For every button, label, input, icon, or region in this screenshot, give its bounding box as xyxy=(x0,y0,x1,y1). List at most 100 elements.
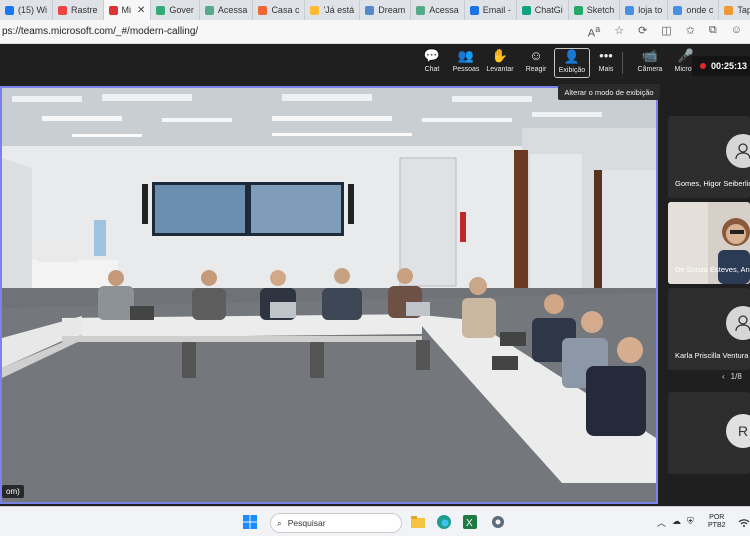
security-icon[interactable]: ⛨ xyxy=(687,516,694,529)
favorites-icon[interactable]: ✩ xyxy=(686,24,695,40)
tab-favicon-icon xyxy=(58,5,67,15)
people-button[interactable]: 👥 Pessoas xyxy=(448,48,484,73)
tab-label: loja to xyxy=(638,5,663,15)
browser-tab[interactable]: Mi ✕ xyxy=(103,0,152,20)
view-button[interactable]: 👤 Exibição xyxy=(554,48,590,78)
tab-label: 'Já está xyxy=(323,5,355,15)
participant-tile[interactable]: De Souza Esteves, Ana xyxy=(668,202,750,284)
tab-label: (15) Wi xyxy=(18,5,47,15)
browser-tab[interactable]: loja to xyxy=(620,0,669,20)
svg-text:X: X xyxy=(466,518,473,529)
file-explorer-icon[interactable] xyxy=(410,514,426,530)
browser-tab[interactable]: Tapete xyxy=(719,0,750,20)
settings-gear-icon[interactable] xyxy=(490,514,506,530)
tab-favicon-icon xyxy=(5,5,14,15)
camera-button[interactable]: 📹 Câmera xyxy=(632,48,668,73)
tab-favicon-icon xyxy=(416,5,426,15)
tab-favicon-icon xyxy=(673,5,683,15)
main-video-feed[interactable]: om) xyxy=(0,86,658,504)
wifi-icon[interactable] xyxy=(738,514,750,530)
chevron-up-icon[interactable]: ︿ xyxy=(657,516,666,529)
tab-favicon-icon xyxy=(521,5,531,15)
tab-favicon-icon xyxy=(204,5,214,15)
profile-icon[interactable]: ☺ xyxy=(731,24,742,40)
browser-tab[interactable]: ChatGi xyxy=(517,0,569,20)
more-button[interactable]: ••• Mais xyxy=(588,48,624,73)
tab-label: Sketch xyxy=(586,5,615,15)
hand-icon: ✋ xyxy=(491,48,509,63)
ellipsis-icon: ••• xyxy=(599,48,613,63)
refresh-icon[interactable]: ⟳ xyxy=(638,24,647,40)
participant-pager: ‹ 1/8 xyxy=(722,372,742,381)
tab-favicon-icon xyxy=(573,5,583,15)
person-avatar-icon xyxy=(726,134,750,168)
meeting-toolbar: 💬 Chat 👥 Pessoas ✋ Levantar ☺ Reagir 👤 E… xyxy=(0,44,750,82)
view-mode-tooltip: Alterar o modo de exibição xyxy=(558,84,660,100)
collections-icon[interactable]: ⧉ xyxy=(709,24,717,40)
tab-favicon-icon xyxy=(310,5,320,15)
browser-tab[interactable]: Dream xyxy=(360,0,412,20)
language-indicator[interactable]: POR PTB2 xyxy=(708,514,726,530)
tab-favicon-icon xyxy=(108,5,118,15)
browser-tab[interactable]: Casa c xyxy=(253,0,306,20)
tab-favicon-icon xyxy=(724,5,734,15)
chat-button[interactable]: 💬 Chat xyxy=(414,48,450,73)
browser-tab[interactable]: (15) Wi xyxy=(0,0,53,20)
tab-label: Casa c xyxy=(271,5,300,15)
tab-label: Acessa xyxy=(429,5,459,15)
participant-name: Gomes, Higor Seiberlich xyxy=(675,179,750,188)
tab-label: Tapete xyxy=(737,5,750,15)
search-icon: ⌕ xyxy=(277,517,282,528)
tab-label: Acessa xyxy=(217,5,248,15)
participant-name: De Souza Esteves, Ana xyxy=(675,265,750,274)
system-tray[interactable]: ︿ ☁ ⛨ xyxy=(657,516,694,529)
address-bar[interactable]: ps://teams.microsoft.com/_#/modern-calli… xyxy=(0,20,750,44)
browser-tab[interactable]: Sketch xyxy=(569,0,621,20)
tab-favicon-icon xyxy=(469,5,479,15)
recording-dot-icon xyxy=(700,63,706,69)
conference-room-image xyxy=(2,88,656,502)
react-button[interactable]: ☺ Reagir xyxy=(518,48,554,73)
split-screen-icon[interactable]: ◫ xyxy=(661,24,671,40)
close-tab-icon[interactable]: ✕ xyxy=(137,5,145,16)
favorite-star-icon[interactable]: ☆ xyxy=(614,24,624,40)
browser-tab[interactable]: Acessa xyxy=(200,0,254,20)
windows-taskbar: ⌕ Pesquisar X ︿ ☁ ⛨ POR PTB2 xyxy=(0,506,750,536)
recording-timer: 00:25:13 xyxy=(692,56,750,76)
taskbar-search[interactable]: ⌕ Pesquisar xyxy=(270,513,402,533)
camera-icon: 📹 xyxy=(641,48,659,63)
tab-label: Mi xyxy=(121,5,132,15)
participant-tile[interactable]: Gomes, Higor Seiberlich xyxy=(668,116,750,198)
tab-label: Gover xyxy=(169,5,194,15)
initial-avatar: R xyxy=(726,414,750,448)
browser-tab[interactable]: onde c xyxy=(668,0,720,20)
tab-label: onde c xyxy=(686,5,714,15)
browser-tab[interactable]: 'Já está xyxy=(305,0,361,20)
tab-label: Dream xyxy=(378,5,406,15)
view-icon: 👤 xyxy=(563,49,581,64)
browser-tab[interactable]: Rastre xyxy=(53,0,104,20)
browser-tab[interactable]: Email - xyxy=(465,0,517,20)
participant-name: Karla Priscilla Ventura xyxy=(675,351,749,360)
previous-page-icon[interactable]: ‹ xyxy=(722,372,725,381)
read-aloud-icon[interactable]: Aa xyxy=(588,24,600,40)
tab-label: Rastre xyxy=(71,5,98,15)
browser-tab[interactable]: Gover xyxy=(151,0,200,20)
tab-favicon-icon xyxy=(258,5,268,15)
cloud-icon[interactable]: ☁ xyxy=(672,516,681,529)
page-indicator: 1/8 xyxy=(730,372,742,381)
raise-hand-button[interactable]: ✋ Levantar xyxy=(482,48,518,73)
tab-label: Email - xyxy=(482,5,511,15)
url-text[interactable]: ps://teams.microsoft.com/_#/modern-calli… xyxy=(0,26,588,37)
tab-favicon-icon xyxy=(625,5,635,15)
browser-tab[interactable]: Acessa xyxy=(411,0,465,20)
windows-start-icon[interactable] xyxy=(242,514,258,530)
excel-icon[interactable]: X xyxy=(462,514,478,530)
edge-browser-icon[interactable] xyxy=(436,514,452,530)
tab-favicon-icon xyxy=(365,5,375,15)
chat-icon: 💬 xyxy=(423,48,441,63)
toolbar-divider xyxy=(622,52,623,74)
browser-tab-strip: (15) Wi Rastre Mi ✕ Gover Acessa Casa c 'Já est… xyxy=(0,0,750,20)
participant-tile[interactable]: Karla Priscilla Ventura xyxy=(668,288,750,370)
participant-tile[interactable]: R xyxy=(668,392,750,474)
